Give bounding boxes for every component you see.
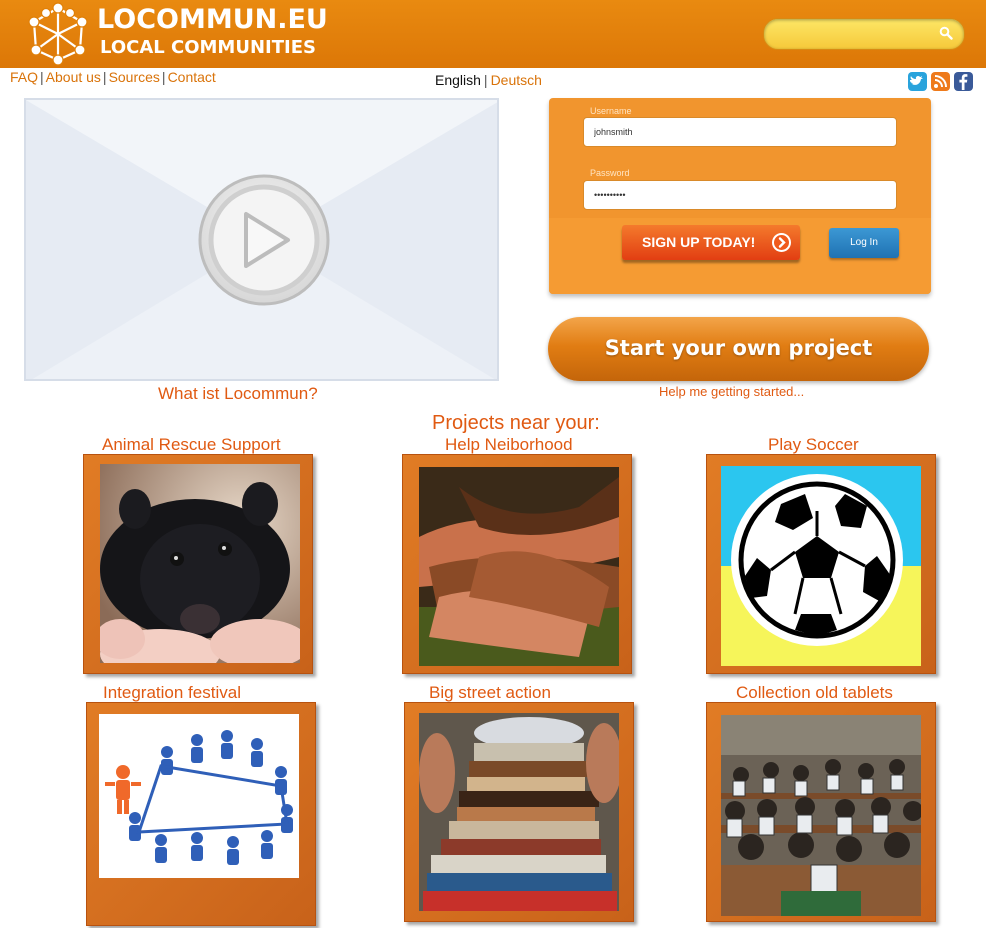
project-card-animal-rescue[interactable] [83, 454, 313, 674]
search-box[interactable] [763, 18, 965, 50]
arrow-right-icon [772, 233, 791, 252]
start-project-button[interactable]: Start your own project [548, 317, 929, 381]
language-deutsch[interactable]: Deutsch [491, 72, 542, 88]
search-input[interactable] [774, 24, 938, 46]
nav-faq[interactable]: FAQ [10, 69, 38, 85]
password-field[interactable] [583, 180, 897, 210]
signup-label: SIGN UP TODAY! [642, 234, 756, 250]
login-button[interactable]: Log In [829, 228, 899, 258]
language-separator: | [483, 72, 488, 88]
project-card-play-soccer[interactable] [706, 454, 936, 674]
project-card-help-neighborhood[interactable] [402, 454, 632, 674]
top-nav: FAQ | About us | Sources | Contact [10, 69, 216, 85]
nav-separator: | [40, 69, 44, 85]
logo-subtitle: LOCAL COMMUNITIES [100, 37, 316, 58]
project-card-big-street-action[interactable] [404, 702, 634, 922]
username-label: Username [590, 106, 632, 116]
language-current[interactable]: English [435, 72, 481, 88]
nav-separator: | [102, 69, 107, 85]
nav-about-us[interactable]: About us [46, 69, 101, 85]
project-image-hands [419, 467, 619, 666]
play-icon[interactable] [196, 168, 332, 314]
twitter-icon[interactable] [908, 72, 927, 91]
project-title-big-street-action[interactable]: Big street action [429, 683, 551, 703]
signup-button[interactable]: SIGN UP TODAY! [622, 225, 800, 260]
nav-sources[interactable]: Sources [109, 69, 160, 85]
logo-icon[interactable] [26, 2, 90, 66]
nav-separator: | [161, 69, 166, 85]
project-title-play-soccer[interactable]: Play Soccer [768, 435, 859, 455]
video-player[interactable] [24, 98, 499, 381]
rss-icon[interactable] [931, 72, 950, 91]
project-title-help-neighborhood[interactable]: Help Neiborhood [445, 435, 573, 455]
projects-heading: Projects near your: [432, 412, 600, 434]
nav-contact[interactable]: Contact [168, 69, 216, 85]
project-image-animal [100, 464, 300, 663]
project-image-classroom [721, 715, 921, 916]
project-title-collection-old-tablets[interactable]: Collection old tablets [736, 683, 893, 703]
facebook-icon[interactable] [954, 72, 973, 91]
search-icon[interactable] [939, 26, 953, 40]
project-card-collection-old-tablets[interactable] [706, 702, 936, 922]
project-title-animal-rescue[interactable]: Animal Rescue Support [102, 435, 281, 455]
project-image-magazines [419, 713, 619, 911]
project-card-integration-festival[interactable] [86, 702, 316, 926]
video-caption[interactable]: What ist Locommun? [158, 384, 318, 404]
password-label: Password [590, 168, 630, 178]
project-image-paper-people [99, 714, 299, 878]
project-image-soccer-ball [721, 466, 921, 666]
language-switch: English | Deutsch [435, 72, 542, 88]
username-field[interactable] [583, 117, 897, 147]
project-title-integration-festival[interactable]: Integration festival [103, 683, 241, 703]
logo-title[interactable]: LOCOMMUN.EU [97, 4, 328, 36]
help-getting-started-link[interactable]: Help me getting started... [659, 384, 804, 399]
